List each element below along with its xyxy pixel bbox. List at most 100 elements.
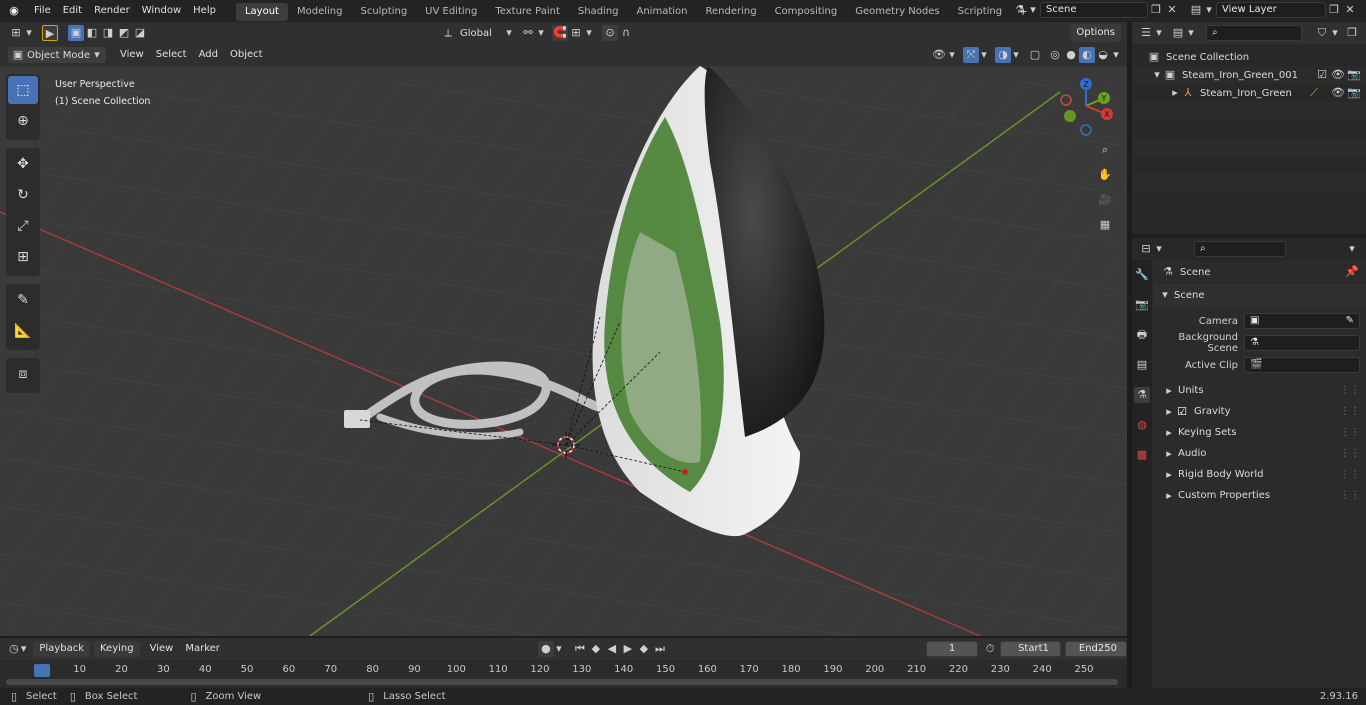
chevron-right-icon[interactable]: ▸ [1170, 85, 1180, 101]
camera-view-icon[interactable]: 🎥 [1097, 192, 1113, 208]
timeline-menu-playback[interactable]: Playback [33, 641, 90, 657]
3d-viewport[interactable]: User Perspective (1) Scene Collection Z … [0, 22, 1127, 636]
prev-keyframe-icon[interactable]: ◆ [588, 641, 604, 657]
transform-orientation-icon[interactable]: ⟂ [440, 25, 456, 41]
drag-handle-icon[interactable]: ⋮⋮ [1340, 443, 1360, 464]
tab-animation[interactable]: Animation [628, 3, 697, 21]
stopwatch-icon[interactable]: ⏱ [984, 641, 996, 657]
texture-tab-icon[interactable]: ▩ [1134, 447, 1150, 463]
select-invert-icon[interactable]: ◩ [116, 25, 132, 41]
chevron-down-icon[interactable]: ▾ [536, 25, 546, 41]
select-extend-icon[interactable]: ◧ [84, 25, 100, 41]
chevron-down-icon[interactable]: ▾ [584, 25, 594, 41]
chevron-down-icon[interactable]: ▾ [1152, 67, 1162, 83]
checkbox-icon[interactable]: ☑ [1174, 404, 1190, 420]
drag-handle-icon[interactable]: ⋮⋮ [1340, 422, 1360, 443]
background-scene-field[interactable]: ⚗ [1244, 335, 1360, 351]
drag-handle-icon[interactable]: ⋮⋮ [1340, 464, 1360, 485]
close-icon[interactable]: ✕ [1342, 2, 1358, 18]
chevron-down-icon[interactable]: ▾ [1160, 287, 1170, 303]
chevron-down-icon[interactable]: ▾ [1186, 25, 1196, 41]
visibility-icon[interactable]: 👁 [931, 47, 947, 63]
chevron-right-icon[interactable]: ▸ [1164, 425, 1174, 441]
tab-compositing[interactable]: Compositing [766, 3, 847, 21]
snap-icon[interactable]: 🧲 [552, 25, 568, 41]
tab-shading[interactable]: Shading [569, 3, 628, 21]
menu-file[interactable]: File [28, 0, 57, 22]
camera-icon[interactable]: 📷 [1346, 67, 1362, 83]
snap-target-icon[interactable]: ⊞ [568, 25, 584, 41]
display-mode-icon[interactable]: ▤ [1170, 25, 1186, 41]
render-tab-icon[interactable]: 📷 [1134, 297, 1150, 313]
menu-help[interactable]: Help [187, 0, 222, 22]
menu-edit[interactable]: Edit [57, 0, 88, 22]
viewport-menu-view[interactable]: View [114, 44, 150, 66]
transform-orientation-select[interactable]: Global [456, 28, 504, 39]
chevron-down-icon[interactable]: ▾ [1011, 47, 1021, 63]
eye-icon[interactable]: 👁 [1330, 85, 1346, 101]
tab-uv-editing[interactable]: UV Editing [416, 3, 486, 21]
jump-end-icon[interactable]: ⏭ [652, 641, 668, 657]
filter-icon[interactable]: ⛉ [1314, 25, 1330, 41]
eye-icon[interactable]: 👁 [1330, 67, 1346, 83]
playhead[interactable] [34, 664, 50, 677]
chevron-down-icon[interactable]: ▾ [947, 47, 957, 63]
menu-render[interactable]: Render [88, 0, 136, 22]
scene-panel-header[interactable]: ▾ Scene [1154, 284, 1366, 306]
camera-icon[interactable]: 📷 [1346, 85, 1362, 101]
timeline-scrollbar[interactable] [6, 679, 1118, 685]
checkbox-icon[interactable]: ☑ [1314, 67, 1330, 83]
overlay-toggle-icon[interactable]: ◑ [995, 47, 1011, 63]
chevron-right-icon[interactable]: ▸ [1164, 467, 1174, 483]
tab-texture-paint[interactable]: Texture Paint [486, 3, 569, 21]
editor-type-icon[interactable]: ◷ [8, 641, 20, 657]
next-keyframe-icon[interactable]: ◆ [636, 641, 652, 657]
editor-type-icon[interactable]: ☰ [1138, 25, 1154, 41]
chevron-down-icon[interactable]: ▾ [1111, 47, 1121, 63]
scene-name-field[interactable]: Scene [1040, 2, 1148, 18]
tab-modeling[interactable]: Modeling [288, 3, 352, 21]
chevron-down-icon[interactable]: ▾ [1344, 241, 1360, 257]
current-frame-field[interactable]: 1 [925, 641, 979, 657]
world-tab-icon[interactable]: ◍ [1134, 417, 1150, 433]
timeline-menu-keying[interactable]: Keying [94, 641, 140, 657]
subpanel-keying-sets[interactable]: ▸ Keying Sets ⋮⋮ [1154, 422, 1366, 443]
zoom-icon[interactable]: ⌕ [1097, 142, 1113, 158]
start-frame-field[interactable]: Start 1 [1000, 641, 1061, 657]
options-button[interactable]: Options [1070, 24, 1121, 42]
camera-field[interactable]: ▣ ✎ [1244, 313, 1360, 329]
wireframe-shading-icon[interactable]: ◎ [1047, 47, 1063, 63]
viewport-menu-select[interactable]: Select [150, 44, 193, 66]
scene-icon[interactable]: ⚗ [1012, 2, 1028, 18]
outliner-search-input[interactable]: ⌕ [1206, 25, 1302, 41]
duplicate-scene-icon[interactable]: ❐ [1148, 2, 1164, 18]
blender-logo-icon[interactable]: ◉ [6, 3, 22, 19]
measure-tool-icon[interactable]: 📐 [8, 317, 38, 345]
move-tool-icon[interactable]: ✥ [8, 150, 38, 178]
falloff-icon[interactable]: ∩ [618, 25, 634, 41]
play-icon[interactable]: ▶ [620, 641, 636, 657]
chevron-down-icon[interactable]: ▾ [92, 47, 102, 63]
object-mode-icon[interactable]: ▣ [12, 47, 24, 63]
rendered-shading-icon[interactable]: ◒ [1095, 47, 1111, 63]
active-clip-field[interactable]: 🎬 [1244, 357, 1360, 373]
drag-handle-icon[interactable]: ⋮⋮ [1340, 380, 1360, 401]
object-mode-select[interactable]: Object Mode [27, 50, 90, 61]
chevron-right-icon[interactable]: ▸ [1164, 488, 1174, 504]
chevron-down-icon[interactable]: ▾ [1204, 2, 1214, 18]
proportional-edit-icon[interactable]: ⊙ [602, 25, 618, 41]
record-icon[interactable]: ● [537, 641, 554, 657]
outliner-row[interactable]: ▸ ⅄ Steam_Iron_Green ⟋ 👁 📷 [1132, 84, 1366, 102]
cursor-tool-icon[interactable]: ⊕ [8, 107, 38, 135]
tool-tab-icon[interactable]: 🔧 [1134, 267, 1150, 283]
subpanel-units[interactable]: ▸ Units ⋮⋮ [1154, 380, 1366, 401]
select-tool-icon[interactable]: ▶ [42, 25, 58, 41]
drag-handle-icon[interactable]: ⋮⋮ [1340, 401, 1360, 422]
view-layer-icon[interactable]: ▤ [1188, 2, 1204, 18]
navigation-gizmo[interactable]: Z Y X [1056, 74, 1120, 138]
tab-sculpting[interactable]: Sculpting [351, 3, 416, 21]
solid-shading-icon[interactable]: ● [1063, 47, 1079, 63]
tab-scripting[interactable]: Scripting [949, 3, 1011, 21]
chevron-right-icon[interactable]: ▸ [1164, 446, 1174, 462]
pivot-point-icon[interactable]: ⚯ [520, 25, 536, 41]
